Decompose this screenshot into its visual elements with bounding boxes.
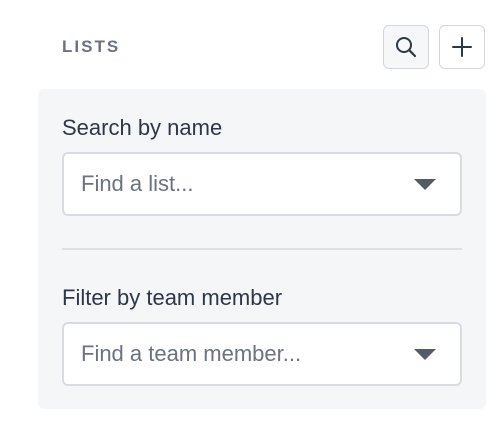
filter-by-member-label: Filter by team member (62, 285, 283, 310)
team-member-select[interactable]: Find a team member... (62, 322, 462, 386)
plus-icon (452, 37, 472, 57)
chevron-down-icon (414, 348, 436, 360)
team-member-placeholder: Find a team member... (81, 341, 302, 366)
list-name-select[interactable]: Find a list... (62, 152, 462, 216)
search-by-name-label: Search by name (62, 115, 223, 140)
search-icon (396, 37, 417, 58)
lists-title: LISTS (62, 37, 121, 56)
section-divider (62, 248, 462, 250)
add-list-button[interactable] (439, 25, 485, 69)
chevron-down-icon (414, 178, 436, 190)
list-name-placeholder: Find a list... (81, 171, 194, 196)
search-button[interactable] (383, 25, 429, 69)
filter-panel: Search by name Find a list... Filter by … (38, 89, 486, 409)
